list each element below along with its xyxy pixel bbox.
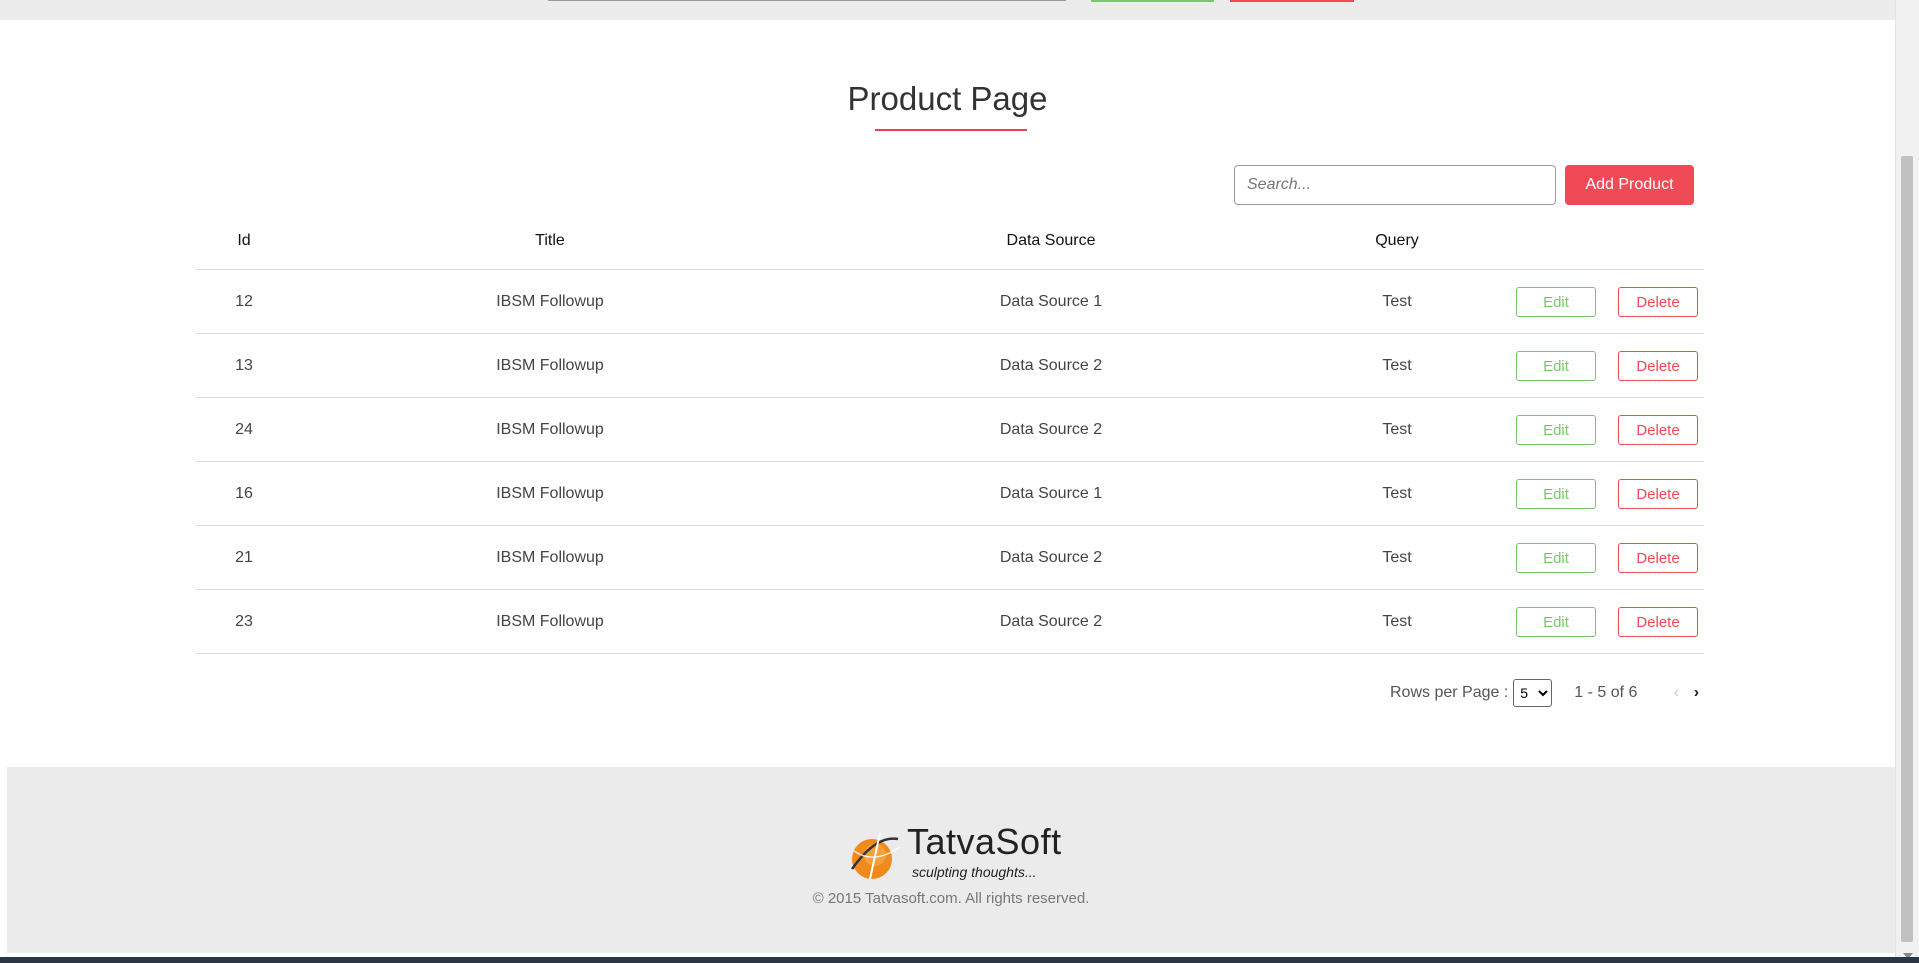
cell-title: IBSM Followup (292, 589, 808, 654)
logo-name: TatvaSoft (907, 821, 1062, 862)
tatvasoft-logo: TatvaSoft sculpting thoughts... (840, 817, 1070, 880)
cell-id: 12 (196, 269, 292, 334)
cell-data-source: Data Source 2 (808, 333, 1294, 398)
edit-button[interactable]: Edit (1516, 351, 1596, 381)
table-row: 24 IBSM Followup Data Source 2 Test Edit… (196, 397, 1704, 462)
cell-data-source: Data Source 1 (808, 269, 1294, 334)
cell-data-source: Data Source 2 (808, 525, 1294, 590)
table-row: 12 IBSM Followup Data Source 1 Test Edit… (196, 269, 1704, 334)
delete-button[interactable]: Delete (1618, 479, 1698, 509)
cell-query: Test (1294, 589, 1500, 654)
delete-button[interactable]: Delete (1618, 415, 1698, 445)
edit-button[interactable]: Edit (1516, 607, 1596, 637)
cell-id: 23 (196, 589, 292, 654)
page-title: Product Page (847, 80, 1048, 118)
table-row: 16 IBSM Followup Data Source 1 Test Edit… (196, 461, 1704, 526)
cell-actions: Edit Delete (1500, 461, 1704, 526)
pagination: Rows per Page : 5 1 - 5 of 6 ‹ › (1390, 678, 1705, 708)
cell-query: Test (1294, 333, 1500, 398)
cell-id: 13 (196, 333, 292, 398)
delete-button[interactable]: Delete (1618, 607, 1698, 637)
vertical-scrollbar[interactable] (1895, 0, 1919, 963)
logo-tagline: sculpting thoughts... (912, 864, 1037, 880)
edit-button[interactable]: Edit (1516, 415, 1596, 445)
cell-id: 21 (196, 525, 292, 590)
chevron-left-icon[interactable]: ‹ (1667, 684, 1685, 702)
copyright-text: © 2015 Tatvasoft.com. All rights reserve… (812, 890, 1090, 907)
logo-mark-icon (850, 832, 901, 880)
cell-actions: Edit Delete (1500, 269, 1704, 334)
search-input[interactable] (1234, 165, 1556, 205)
chevron-right-icon[interactable]: › (1687, 684, 1705, 702)
delete-button[interactable]: Delete (1618, 351, 1698, 381)
header-strip (0, 0, 1895, 20)
rows-per-page-label: Rows per Page : (1390, 684, 1509, 701)
cell-title: IBSM Followup (292, 269, 808, 334)
cell-actions: Edit Delete (1500, 589, 1704, 654)
cell-data-source: Data Source 2 (808, 397, 1294, 462)
column-header-actions (1500, 212, 1704, 270)
edit-button[interactable]: Edit (1516, 287, 1596, 317)
table-row: 13 IBSM Followup Data Source 2 Test Edit… (196, 333, 1704, 398)
column-header-query: Query (1294, 212, 1500, 270)
cell-title: IBSM Followup (292, 461, 808, 526)
table-row: 21 IBSM Followup Data Source 2 Test Edit… (196, 525, 1704, 590)
page-range-text: 1 - 5 of 6 (1574, 684, 1638, 701)
cell-actions: Edit Delete (1500, 525, 1704, 590)
delete-button[interactable]: Delete (1618, 543, 1698, 573)
cell-id: 16 (196, 461, 292, 526)
column-header-data-source: Data Source (808, 212, 1294, 270)
cell-query: Test (1294, 461, 1500, 526)
cell-title: IBSM Followup (292, 333, 808, 398)
rows-per-page-select[interactable]: 5 (1513, 679, 1553, 707)
cell-data-source: Data Source 1 (808, 461, 1294, 526)
scrollbar-thumb[interactable] (1901, 156, 1913, 942)
cell-actions: Edit Delete (1500, 333, 1704, 398)
column-header-id: Id (196, 212, 292, 270)
header-green-button-edge[interactable] (1091, 0, 1214, 2)
column-header-title: Title (292, 212, 808, 270)
cell-title: IBSM Followup (292, 397, 808, 462)
header-red-button-edge[interactable] (1230, 0, 1354, 2)
cell-query: Test (1294, 397, 1500, 462)
table-header-row: Id Title Data Source Query (196, 212, 1704, 270)
add-product-button[interactable]: Add Product (1565, 165, 1694, 205)
edit-button[interactable]: Edit (1516, 543, 1596, 573)
header-input-edge[interactable] (548, 0, 1066, 1)
cell-query: Test (1294, 525, 1500, 590)
title-underline (875, 129, 1027, 131)
cell-id: 24 (196, 397, 292, 462)
taskbar-edge (0, 957, 1919, 963)
delete-button[interactable]: Delete (1618, 287, 1698, 317)
edit-button[interactable]: Edit (1516, 479, 1596, 509)
cell-title: IBSM Followup (292, 525, 808, 590)
cell-data-source: Data Source 2 (808, 589, 1294, 654)
cell-actions: Edit Delete (1500, 397, 1704, 462)
footer: TatvaSoft sculpting thoughts... © 2015 T… (7, 767, 1895, 953)
product-table: Id Title Data Source Query 12 IBSM Follo… (196, 212, 1704, 654)
cell-query: Test (1294, 269, 1500, 334)
table-row: 23 IBSM Followup Data Source 2 Test Edit… (196, 589, 1704, 654)
